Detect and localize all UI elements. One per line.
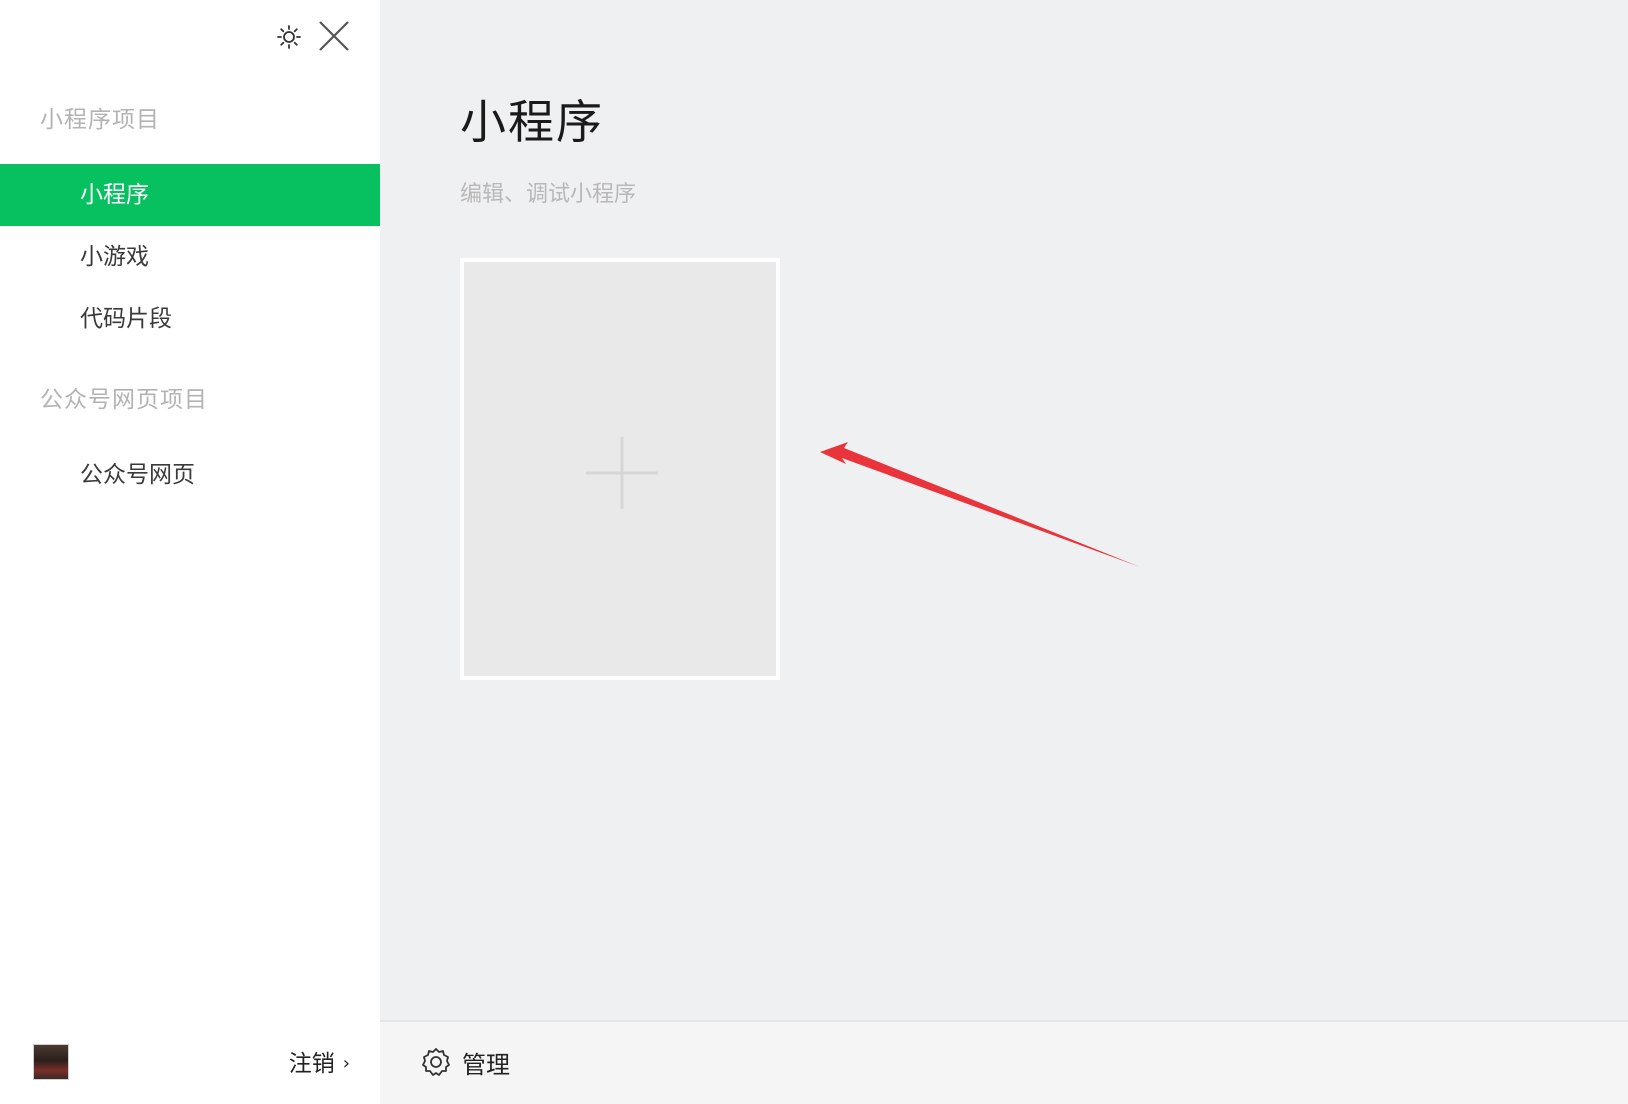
window-controls — [272, 18, 362, 58]
avatar[interactable] — [33, 1044, 69, 1080]
page-title: 小程序 — [460, 95, 604, 149]
sidebar-footer: 注销 › — [0, 1020, 380, 1104]
section-title-official-account-projects: 公众号网页项目 — [40, 387, 208, 413]
sidebar-item-code-snippets[interactable]: 代码片段 — [0, 288, 380, 350]
chevron-right-icon: › — [342, 1053, 350, 1074]
logout-label: 注销 — [288, 1051, 335, 1077]
sidebar-item-miniprogram[interactable]: 小程序 — [0, 164, 380, 226]
manage-button[interactable]: 管理 — [420, 1044, 510, 1080]
gear-icon — [422, 1048, 450, 1076]
page-subtitle: 编辑、调试小程序 — [460, 182, 637, 207]
section-title-miniprogram-projects: 小程序项目 — [40, 107, 160, 133]
main-panel: 小程序 编辑、调试小程序 — [380, 0, 1628, 1020]
close-icon[interactable] — [316, 18, 352, 54]
plus-icon — [586, 437, 658, 509]
logout-button[interactable]: 注销 › — [289, 1044, 350, 1078]
add-project-card[interactable] — [460, 258, 780, 680]
sidebar-item-official-account-web[interactable]: 公众号网页 — [0, 444, 380, 506]
bottom-bar: 管理 — [380, 1020, 1628, 1104]
sun-icon[interactable] — [276, 24, 302, 50]
sidebar: 小程序项目 小程序 小游戏 代码片段 公众号网页项目 公众号网页 注销 › — [0, 0, 380, 1104]
manage-label: 管理 — [462, 1050, 510, 1079]
sidebar-item-minigame[interactable]: 小游戏 — [0, 226, 380, 288]
arrow-annotation — [820, 442, 1140, 567]
